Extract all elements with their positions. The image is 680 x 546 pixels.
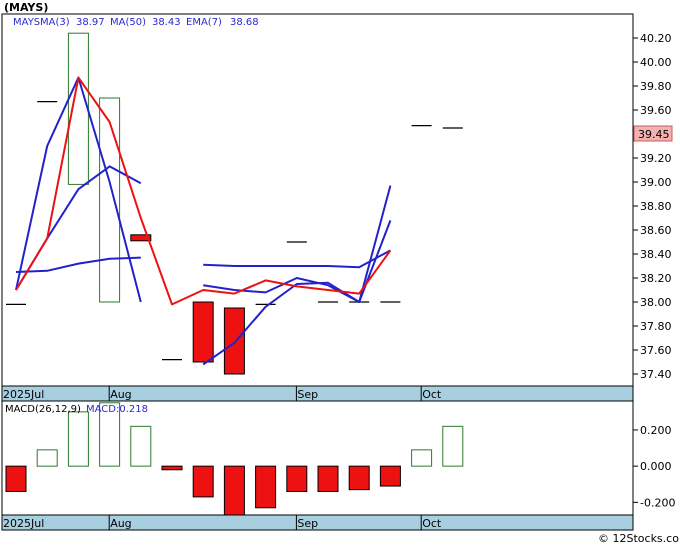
legend-ema7-label: EMA(7): [186, 17, 222, 28]
macd-y-tick-label: -0.200: [640, 496, 675, 509]
price-y-tick-label: 38.00: [640, 296, 672, 309]
macd-bar-negative: [379, 465, 401, 487]
last-price-label: 39.45: [638, 128, 670, 141]
legend-ticker: MAYS: [13, 17, 40, 28]
macd-legend: MACD(26,12,9) MACD:0.218: [5, 404, 148, 415]
macd-bar-negative: [5, 465, 27, 492]
macd-date-label: Aug: [110, 517, 131, 530]
macd-y-tick-label: 0.000: [640, 460, 672, 473]
price-y-tick-label: 38.40: [640, 248, 672, 261]
macd-bar-negative: [255, 465, 277, 509]
macd-bar-positive: [411, 449, 433, 467]
price-y-tick-label: 38.20: [640, 272, 672, 285]
price-bar-up: [99, 97, 121, 303]
price-y-tick-label: 39.00: [640, 176, 672, 189]
stock-chart: 37.40 37.60 37.80 38.00 38.20 38.40 38.60 38.80…: [1, 1, 680, 545]
macd-legend-value: MACD:0.218: [86, 404, 148, 415]
price-date-label: Oct: [422, 388, 442, 401]
macd-bar-negative: [223, 465, 245, 516]
price-y-tick-label: 38.60: [640, 224, 672, 237]
macd-y-tick-label: 0.200: [640, 424, 672, 437]
macd-bar-positive: [67, 411, 89, 467]
legend-ema7-value: 38.68: [230, 17, 259, 28]
macd-bar-negative: [317, 465, 339, 492]
macd-date-label: Oct: [422, 517, 442, 530]
macd-bar-negative: [161, 465, 183, 471]
macd-legend-label: MACD(26,12,9): [5, 404, 81, 415]
macd-bar-positive: [36, 449, 58, 467]
price-date-label: Aug: [110, 388, 131, 401]
price-panel-frame: [1, 13, 634, 402]
legend-ma3-label: MA(3): [40, 17, 70, 28]
macd-bar-positive: [442, 425, 464, 467]
price-y-tick-label: 37.60: [640, 344, 672, 357]
last-price-tag: 39.45: [633, 125, 673, 142]
watermark: © 12Stocks.com: [598, 532, 680, 545]
macd-bar-negative: [192, 465, 214, 498]
macd-bar-negative: [348, 465, 370, 491]
price-y-tick-label: 38.80: [640, 200, 672, 213]
legend-ma50-label: MA(50): [110, 17, 146, 28]
macd-y-axis: -0.200 0.000 0.200: [633, 424, 675, 509]
chart-title: (MAYS): [4, 1, 48, 14]
macd-panel-frame: [1, 400, 634, 531]
price-y-axis: 37.40 37.60 37.80 38.00 38.20 38.40 38.60 38.80…: [633, 32, 672, 381]
price-legend: MAYS MA(3) 38.97 MA(50) 38.43 EMA(7) 38.…: [13, 17, 259, 28]
legend-ma50-value: 38.43: [152, 17, 181, 28]
macd-bar-negative: [286, 465, 308, 492]
price-date-label: Sep: [297, 388, 318, 401]
price-bar-down: [192, 301, 214, 363]
price-bar-down: [223, 307, 245, 375]
price-y-tick-label: 39.20: [640, 152, 672, 165]
price-y-tick-label: 39.60: [640, 104, 672, 117]
price-y-tick-label: 37.40: [640, 368, 672, 381]
price-y-tick-label: 39.80: [640, 80, 672, 93]
price-y-tick-label: 40.20: [640, 32, 672, 45]
price-y-tick-label: 40.00: [640, 56, 672, 69]
macd-bar-positive: [130, 425, 152, 467]
price-date-label: 2025Jul: [3, 388, 44, 401]
legend-ma3-value: 38.97: [76, 17, 105, 28]
price-y-tick-label: 37.80: [640, 320, 672, 333]
macd-date-label: Sep: [297, 517, 318, 530]
macd-date-label: 2025Jul: [3, 517, 44, 530]
